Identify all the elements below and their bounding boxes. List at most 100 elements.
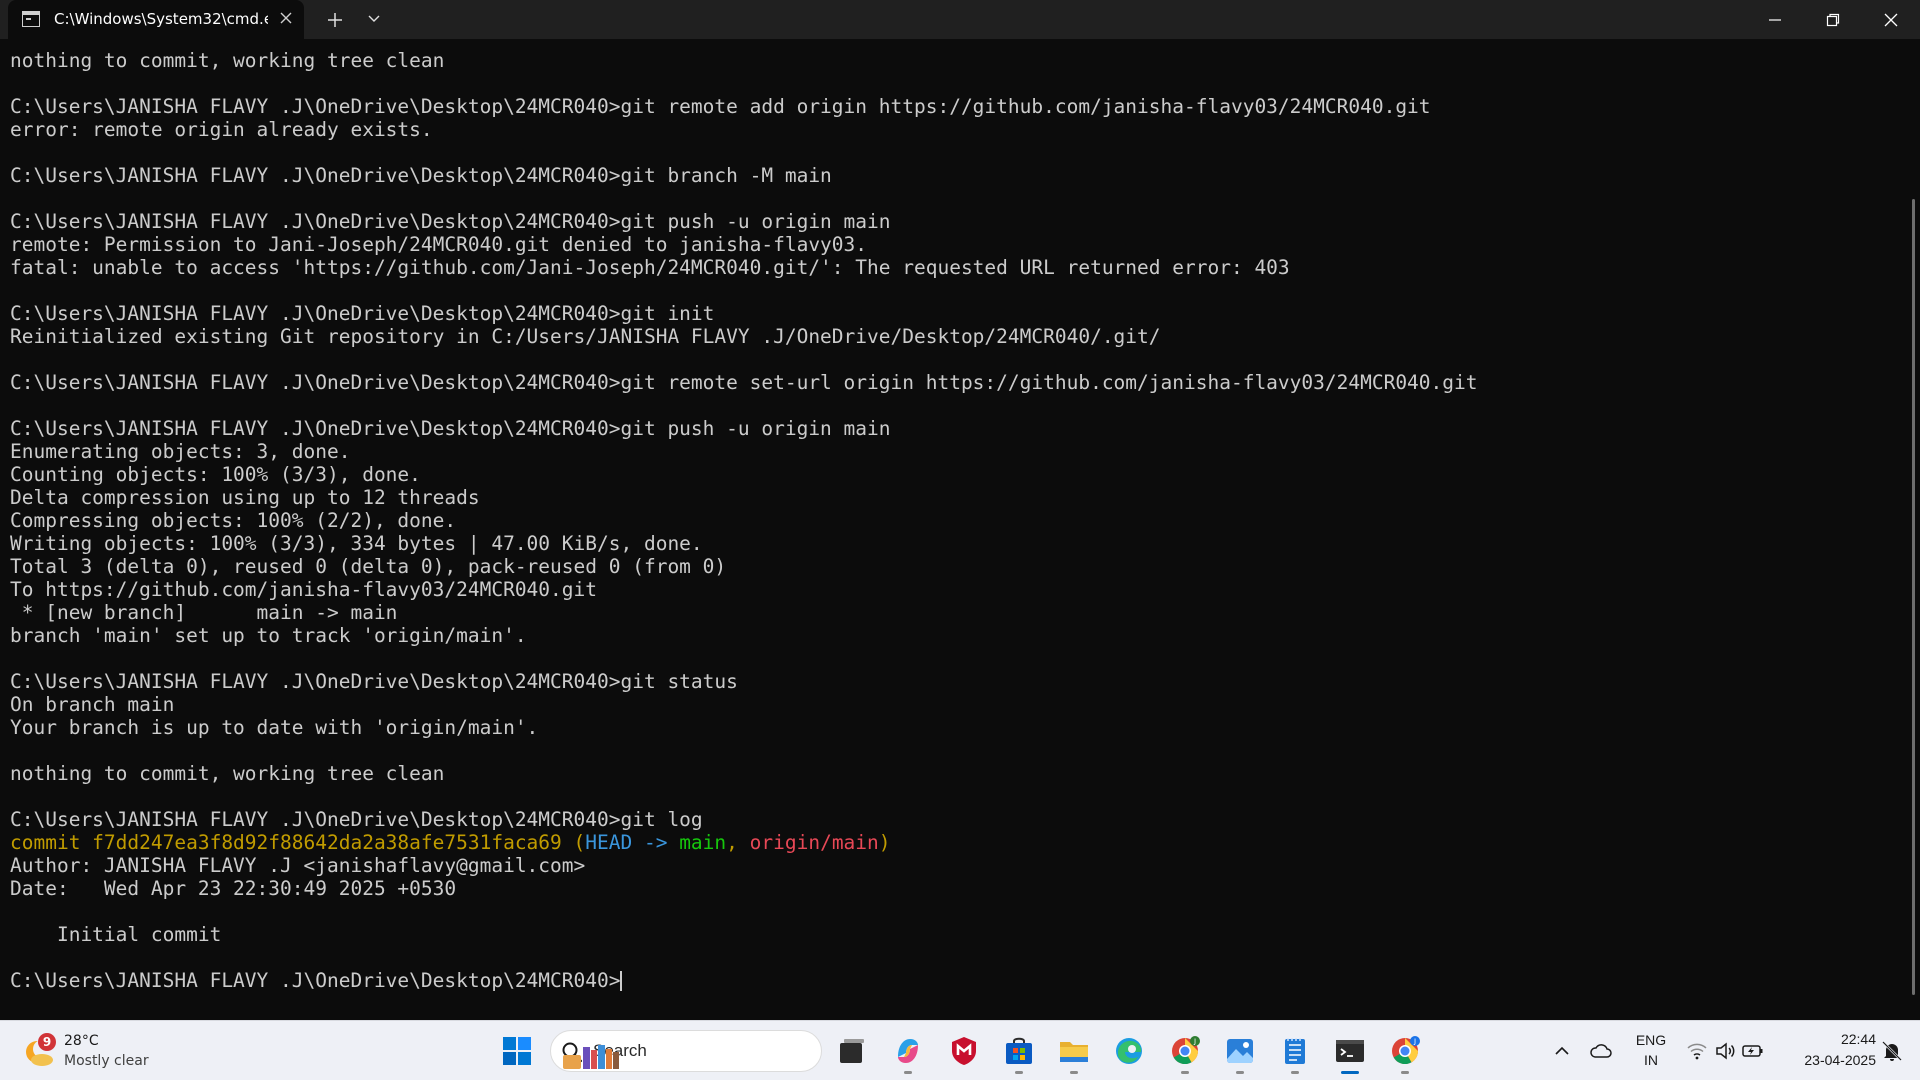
taskbar: 9 28°C Mostly clear Search J J ENG IN 22… [0,1020,1920,1080]
books-icon [563,1045,619,1069]
windows-start-icon [503,1037,531,1065]
terminal-line: C:\Users\JANISHA FLAVY .J\OneDrive\Deskt… [10,95,1431,118]
task-view-button[interactable] [832,1031,872,1071]
notifications-button[interactable] [1878,1037,1906,1065]
mcafee-button[interactable] [944,1031,984,1071]
text-cursor [620,971,623,991]
terminal-line: C:\Users\JANISHA FLAVY .J\OneDrive\Deskt… [10,210,891,233]
language-secondary: IN [1644,1052,1658,1068]
edge-button[interactable] [1109,1031,1149,1071]
close-tab-button[interactable] [275,8,297,30]
weather-temperature: 28°C [64,1033,99,1049]
running-indicator [1015,1071,1023,1074]
terminal-line: Writing objects: 100% (3/3), 334 bytes |… [10,532,703,555]
battery-charging-icon [1742,1045,1763,1057]
title-bar: C:\Windows\System32\cmd.e [0,0,1920,39]
terminal-line: Initial commit [10,923,222,946]
restore-button[interactable] [1804,0,1862,39]
onedrive-button[interactable] [1587,1037,1615,1065]
battery-button[interactable] [1739,1037,1767,1065]
photos-button[interactable] [1220,1031,1260,1074]
volume-icon [1716,1042,1735,1060]
terminal-line: Delta compression using up to 12 threads [10,486,480,509]
chrome-profile-button[interactable]: J [1385,1031,1425,1074]
file-explorer-button[interactable] [1054,1031,1094,1074]
terminal-line: nothing to commit, working tree clean [10,762,445,785]
chrome-profile-icon: J [1392,1036,1420,1065]
remote-branch-ref: origin/main [749,831,879,854]
copilot-icon [898,1039,918,1063]
terminal-line: Author: JANISHA FLAVY .J <janishaflavy@g… [10,854,586,877]
scrollbar-thumb[interactable] [1912,199,1915,995]
task-view-icon [840,1039,864,1063]
weather-badge: 9 [38,1033,56,1051]
log-separator: , [726,831,750,854]
plus-icon [328,13,342,27]
language-indicator[interactable]: ENG IN [1624,1030,1678,1072]
wifi-icon [1687,1043,1707,1060]
terminal-line: branch 'main' set up to track 'origin/ma… [10,624,527,647]
terminal-button[interactable] [1330,1031,1370,1074]
prompt-text: C:\Users\JANISHA FLAVY .J\OneDrive\Deskt… [10,969,621,992]
terminal-line: Compressing objects: 100% (2/2), done. [10,509,457,532]
cloud-icon [1590,1044,1612,1058]
microsoft-store-button[interactable] [999,1031,1039,1074]
start-button[interactable] [497,1031,537,1071]
git-log-commit-line: commit f7dd247ea3f8d92f88642da2a38afe753… [10,831,891,854]
terminal-line: * [new branch] main -> main [10,601,398,624]
language-primary: ENG [1635,1032,1667,1048]
clock[interactable]: 22:44 23-04-2025 [1778,1029,1876,1073]
copilot-button[interactable] [888,1031,928,1074]
running-indicator [904,1071,912,1074]
terminal-line: nothing to commit, working tree clean [10,49,445,72]
minimize-button[interactable] [1746,0,1804,39]
terminal-line: Counting objects: 100% (3/3), done. [10,463,421,486]
weather-widget[interactable]: 9 28°C Mostly clear [22,1028,192,1074]
taskbar-search[interactable] [550,1030,822,1072]
clock-time: 22:44 [1840,1031,1876,1047]
svg-text:J: J [1193,1038,1196,1046]
photos-icon [1227,1039,1253,1063]
local-branch-ref: main [679,831,727,854]
show-hidden-icons-button[interactable] [1548,1037,1576,1065]
close-icon [1884,13,1898,27]
terminal-line: Date: Wed Apr 23 22:30:49 2025 +0530 [10,877,457,900]
microsoft-store-icon [1006,1037,1032,1064]
log-paren-open: ( [561,831,586,854]
chrome-button[interactable]: J [1165,1031,1205,1074]
tab-dropdown-button[interactable] [361,8,387,32]
terminal-line: Reinitialized existing Git repository in… [10,325,1161,348]
running-indicator [1070,1071,1078,1074]
terminal-scrollbar[interactable] [1908,39,1920,1020]
tab-cmd[interactable]: C:\Windows\System32\cmd.e [8,0,304,39]
terminal-line: Your branch is up to date with 'origin/m… [10,716,539,739]
notepad-button[interactable] [1275,1031,1315,1074]
terminal-line: error: remote origin already exists. [10,118,433,141]
terminal-line: C:\Users\JANISHA FLAVY .J\OneDrive\Deskt… [10,808,703,831]
edge-icon [1116,1038,1142,1064]
terminal-line: To https://github.com/janisha-flavy03/24… [10,578,597,601]
desktop: C:\Windows\System32\cmd.e nothing to com… [0,0,1920,1080]
terminal-line: remote: Permission to Jani-Joseph/24MCR0… [10,233,868,256]
terminal-line: C:\Users\JANISHA FLAVY .J\OneDrive\Deskt… [10,302,715,325]
prompt-line[interactable]: C:\Users\JANISHA FLAVY .J\OneDrive\Deskt… [10,969,623,992]
minimize-icon [1769,19,1781,21]
cmd-icon [22,11,40,27]
close-window-button[interactable] [1862,0,1920,39]
svg-text:J: J [1413,1038,1416,1046]
tab-title: C:\Windows\System32\cmd.e [54,10,268,28]
commit-hash: commit f7dd247ea3f8d92f88642da2a38afe753… [10,831,562,854]
running-indicator [1401,1071,1409,1074]
terminal-line: fatal: unable to access 'https://github.… [10,256,1290,279]
terminal-output[interactable]: nothing to commit, working tree clean C:… [0,39,1908,1020]
active-indicator [1341,1071,1359,1074]
notification-icon [1882,1041,1902,1061]
running-indicator [1236,1071,1244,1074]
new-tab-button[interactable] [322,7,348,33]
file-explorer-icon [1060,1042,1088,1062]
network-button[interactable] [1683,1037,1711,1065]
volume-button[interactable] [1711,1037,1739,1065]
clock-date: 23-04-2025 [1804,1052,1876,1068]
weather-condition: Mostly clear [64,1053,149,1069]
chrome-icon: J [1172,1036,1200,1065]
